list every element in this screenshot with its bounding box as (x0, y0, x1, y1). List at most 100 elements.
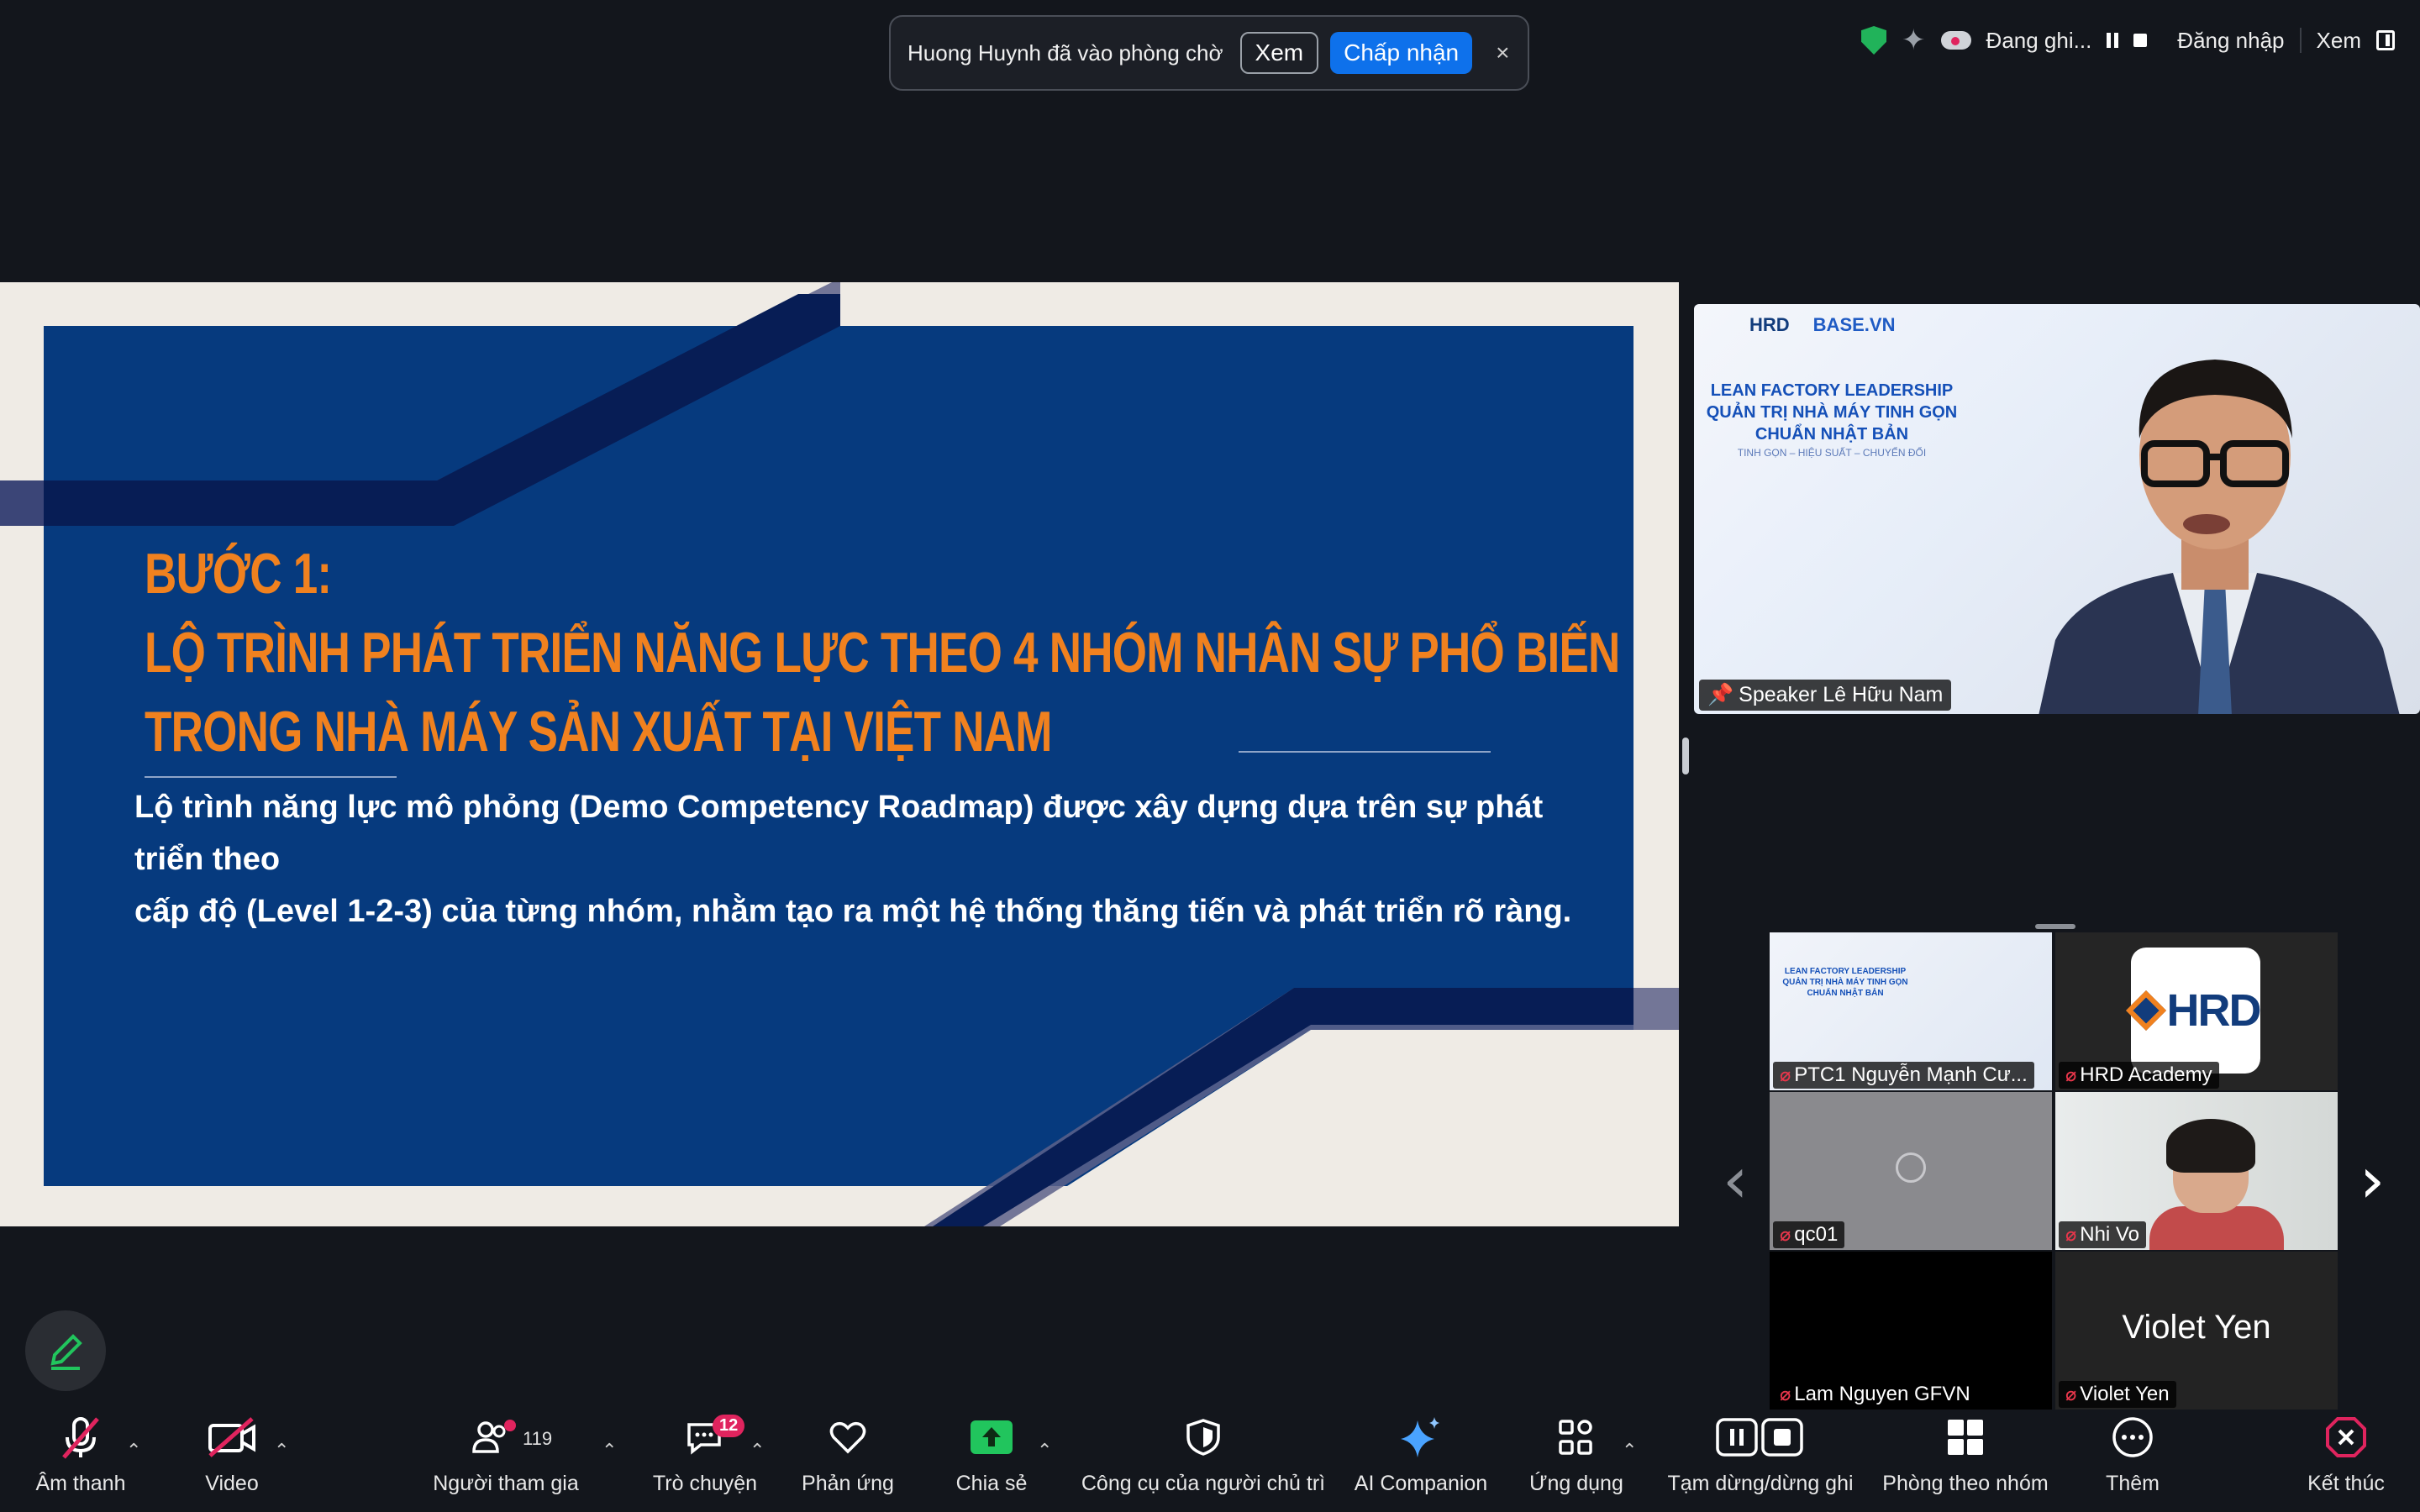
participant-name-tag: ⌀ HRD Academy (2059, 1062, 2219, 1089)
participant-name-tag: ⌀ Violet Yen (2059, 1381, 2176, 1408)
participants-icon: 119 (455, 1408, 556, 1467)
webinar-subtitle: TINH GỌN – HIỆU SUẤT – CHUYỂN ĐỔI (1737, 447, 1927, 459)
participant-name: HRD Academy (2080, 1063, 2212, 1086)
audio-button[interactable]: Âm thanh (34, 1408, 128, 1512)
annotate-pencil-icon[interactable] (25, 1310, 106, 1391)
apps-options-chevron-icon[interactable]: ⌃ (1622, 1440, 1637, 1462)
stop-recording-icon[interactable] (2133, 34, 2148, 47)
pin-icon: 📌 (1707, 683, 1734, 706)
video-off-icon (207, 1408, 257, 1467)
breakout-label: Phòng theo nhóm (1882, 1472, 2049, 1495)
slide-title-line: TRONG NHÀ MÁY SẢN XUẤT TẠI VIỆT NAM (145, 700, 1052, 764)
slide-title-line: LỘ TRÌNH PHÁT TRIỂN NĂNG LỰC THEO 4 NHÓM… (145, 621, 1620, 685)
view-button[interactable]: Xem (1239, 32, 1319, 74)
slide-rule (145, 776, 397, 778)
webinar-title: LEAN FACTORY LEADERSHIP QUẢN TRỊ NHÀ MÁY… (1782, 967, 1908, 998)
participant-name-tag: ⌀ PTC1 Nguyễn Mạnh Cư... (1773, 1062, 2034, 1089)
divider (2299, 28, 2302, 53)
share-options-chevron-icon[interactable]: ⌃ (1037, 1440, 1052, 1462)
slide-title: BƯỚC 1: LỘ TRÌNH PHÁT TRIỂN NĂNG LỰC THE… (145, 534, 1620, 771)
participant-name: Nhi Vo (2080, 1223, 2139, 1246)
more-button[interactable]: Thêm (2092, 1408, 2173, 1512)
video-button[interactable]: Video (190, 1408, 274, 1512)
shield-icon (1185, 1408, 1222, 1467)
participant-name-tag: ⌀ Nhi Vo (2059, 1221, 2146, 1248)
muted-mic-icon: ⌀ (2065, 1064, 2077, 1085)
next-page-arrow-icon[interactable]: › (2360, 1142, 2385, 1217)
shared-screen-slide: BƯỚC 1: LỘ TRÌNH PHÁT TRIỂN NĂNG LỰC THE… (0, 282, 1679, 1226)
participant-tile[interactable]: HRD ⌀ HRD Academy (2055, 932, 2338, 1090)
chat-unread-badge: 12 (713, 1415, 745, 1437)
speaker-name: Speaker Lê Hữu Nam (1739, 683, 1944, 706)
participant-name: Violet Yen (2080, 1383, 2170, 1405)
participant-name: Lam Nguyen GFVN (1794, 1383, 1970, 1405)
notification-message: Huong Huynh đã vào phòng chờ (908, 39, 1223, 66)
view-menu-label[interactable]: Xem (2317, 28, 2361, 54)
slide-title-line: BƯỚC 1: (145, 542, 332, 606)
participant-display-name: Violet Yen (2122, 1309, 2271, 1346)
security-shield-icon[interactable] (1861, 26, 1887, 55)
host-tools-button[interactable]: Công cụ của người chủ trì (1077, 1408, 1329, 1512)
chat-label: Trò chuyện (652, 1472, 758, 1495)
end-meeting-icon (2324, 1408, 2368, 1467)
hrd-logo: HRD (1749, 314, 1790, 335)
chat-options-chevron-icon[interactable]: ⌃ (750, 1440, 765, 1462)
participant-tile[interactable]: ⌀ Nhi Vo (2055, 1092, 2338, 1250)
speaker-name-tag: 📌 Speaker Lê Hữu Nam (1699, 680, 1952, 711)
end-meeting-button[interactable]: Kết thúc (2302, 1408, 2390, 1512)
participant-tile[interactable]: ⌀ Lam Nguyen GFVN (1770, 1252, 2052, 1410)
webinar-title: LEAN FACTORY LEADERSHIP QUẢN TRỊ NHÀ MÁY… (1706, 381, 1958, 444)
host-tools-label: Công cụ của người chủ trì (1081, 1472, 1326, 1495)
participant-tile[interactable]: Violet Yen ⌀ Violet Yen (2055, 1252, 2338, 1410)
signin-link[interactable]: Đăng nhập (2177, 28, 2284, 54)
muted-mic-icon: ⌀ (2065, 1224, 2077, 1245)
ai-sparkle-icon[interactable]: ✦ (1902, 24, 1926, 57)
close-icon[interactable]: × (1496, 39, 1509, 66)
pause-recording-icon[interactable] (2107, 33, 2119, 48)
video-options-chevron-icon[interactable]: ⌃ (274, 1440, 289, 1462)
logo-text: HRD (2166, 985, 2262, 1036)
pause-stop-recording-button[interactable]: Tạm dừng/dừng ghi (1664, 1408, 1857, 1512)
hrd-academy-logo: HRD (2125, 948, 2262, 1074)
speaker-video[interactable]: HRD BASE.VN LEAN FACTORY LEADERSHIP QUẢN… (1694, 304, 2420, 714)
participant-gallery: LEAN FACTORY LEADERSHIP QUẢN TRỊ NHÀ MÁY… (1770, 932, 2341, 1410)
previous-page-arrow-icon[interactable]: ‹ (1723, 1142, 1748, 1217)
video-label: Video (205, 1472, 259, 1495)
participant-tile[interactable]: ⌀ qc01 (1770, 1092, 2052, 1250)
pause-stop-icon (1714, 1408, 1807, 1467)
slide-body-text: Lộ trình năng lực mô phỏng (Demo Compete… (134, 781, 1597, 937)
heart-icon (827, 1408, 869, 1467)
meeting-toolbar: Âm thanh ⌃ Video ⌃ 119 Người tham gia ⌃ … (0, 1408, 2420, 1512)
chat-button[interactable]: 12 Trò chuyện (650, 1408, 760, 1512)
muted-mic-icon: ⌀ (1780, 1383, 1791, 1404)
participants-label: Người tham gia (433, 1472, 579, 1495)
ai-companion-button[interactable]: AI Companion (1351, 1408, 1491, 1512)
participants-options-chevron-icon[interactable]: ⌃ (602, 1440, 617, 1462)
apps-button[interactable]: Ứng dụng (1526, 1408, 1627, 1512)
reactions-button[interactable]: Phản ứng (797, 1408, 899, 1512)
reactions-label: Phản ứng (802, 1472, 894, 1495)
gallery-drag-handle[interactable] (2035, 924, 2075, 929)
participant-name-tag: ⌀ qc01 (1773, 1221, 1845, 1248)
cloud-recording-icon (1940, 31, 1971, 50)
chat-icon: 12 (667, 1408, 745, 1467)
participant-tile[interactable]: LEAN FACTORY LEADERSHIP QUẢN TRỊ NHÀ MÁY… (1770, 932, 2052, 1090)
accept-button[interactable]: Chấp nhận (1330, 32, 1473, 74)
split-resize-handle[interactable] (1682, 738, 1689, 774)
muted-mic-icon: ⌀ (1780, 1064, 1791, 1085)
view-layout-icon[interactable] (2376, 30, 2395, 50)
speaker-figure (2039, 360, 2400, 714)
apps-icon (1555, 1408, 1597, 1467)
audio-options-chevron-icon[interactable]: ⌃ (126, 1440, 141, 1462)
muted-mic-icon: ⌀ (1780, 1224, 1791, 1245)
apps-label: Ứng dụng (1529, 1472, 1623, 1495)
share-screen-icon (969, 1408, 1014, 1467)
audio-label: Âm thanh (35, 1472, 126, 1495)
share-button[interactable]: Chia sẻ (950, 1408, 1034, 1512)
pause-stop-label: Tạm dừng/dừng ghi (1667, 1472, 1854, 1495)
ai-sparkle-icon (1397, 1408, 1444, 1467)
notification-dot (504, 1420, 516, 1431)
end-label: Kết thúc (2307, 1472, 2385, 1495)
breakout-rooms-button[interactable]: Phòng theo nhóm (1879, 1408, 2052, 1512)
participants-button[interactable]: 119 Người tham gia (429, 1408, 583, 1512)
